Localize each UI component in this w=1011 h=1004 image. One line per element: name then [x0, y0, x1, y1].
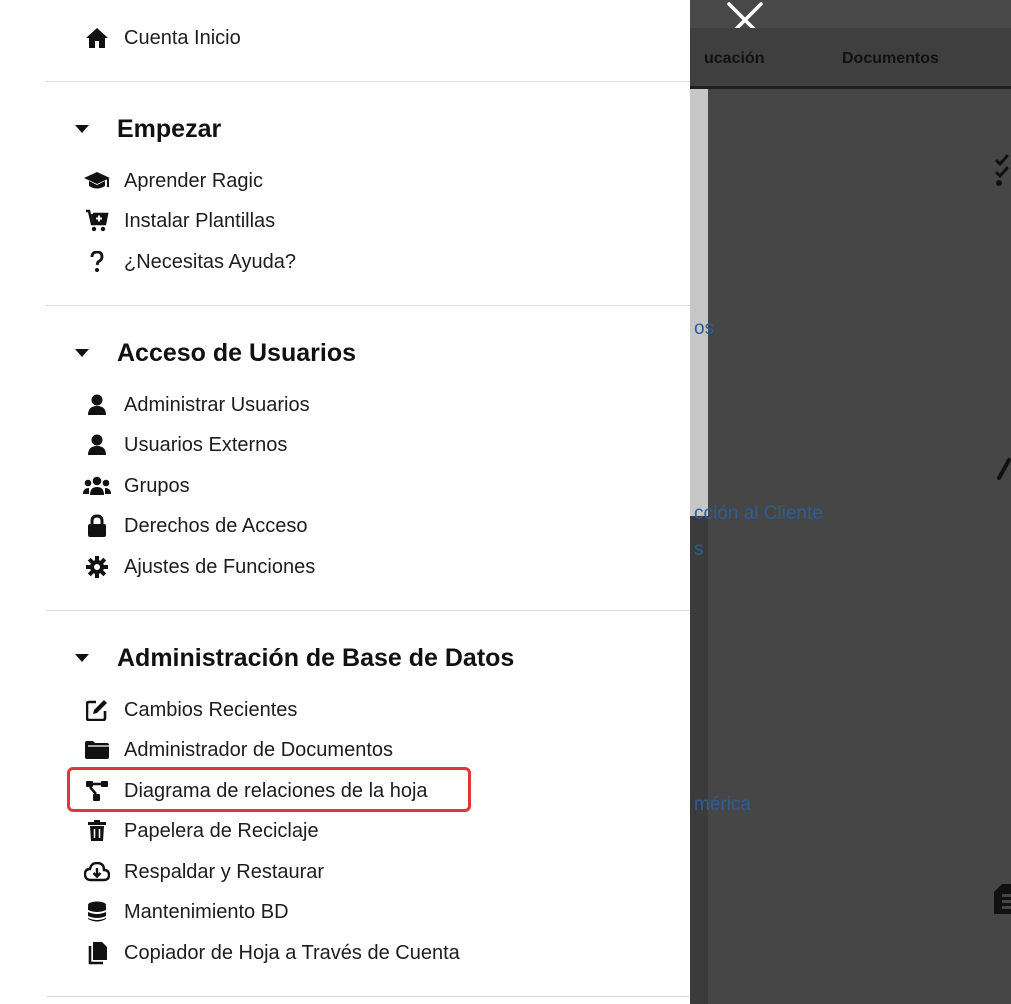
section-header-acceso-de-usuarios[interactable]: Acceso de Usuarios: [74, 335, 356, 371]
menu-item-label: Papelera de Reciclaje: [124, 819, 319, 842]
section-title: Empezar: [117, 114, 222, 143]
menu-item-label: Aprender Ragic: [124, 169, 263, 192]
menu-item-papelera-de-reciclaje[interactable]: Papelera de Reciclaje: [80, 814, 319, 848]
menu-item-instalar-plantillas[interactable]: Instalar Plantillas: [80, 204, 275, 238]
gear-icon: [78, 553, 116, 581]
database-icon: [78, 898, 116, 926]
users-icon: [78, 472, 116, 500]
home-icon: [78, 24, 116, 52]
cart-plus-icon: [78, 207, 116, 235]
trash-icon: [78, 817, 116, 845]
background-page-overlay: ucación Documentos os cción al Cliente s…: [690, 0, 1011, 1004]
menu-item-label: ¿Necesitas Ayuda?: [124, 250, 296, 273]
graduation-cap-icon: [78, 167, 116, 195]
drawer-scrollbar-track[interactable]: [690, 0, 708, 1004]
menu-item-label: Grupos: [124, 474, 190, 497]
background-tab: Documentos: [842, 50, 939, 67]
copy-icon: [78, 939, 116, 967]
divider: [46, 996, 690, 997]
checklist-icon: [994, 152, 1011, 188]
lock-icon: [78, 512, 116, 540]
menu-item-cuenta-inicio[interactable]: Cuenta Inicio: [80, 21, 241, 55]
menu-item-label: Copiador de Hoja a Través de Cuenta: [124, 941, 460, 964]
user-icon: [78, 431, 116, 459]
menu-item-label: Administrador de Documentos: [124, 738, 394, 761]
menu-item-administrar-usuarios[interactable]: Administrar Usuarios: [80, 388, 310, 422]
menu-item-usuarios-externos[interactable]: Usuarios Externos: [80, 428, 287, 462]
highlight-box: [67, 767, 471, 812]
user-icon: [78, 391, 116, 419]
menu-item-administrador-de-documentos[interactable]: Administrador de Documentos: [80, 733, 393, 767]
menu-item-ajustes-de-funciones[interactable]: Ajustes de Funciones: [80, 550, 315, 584]
background-link: s: [694, 539, 704, 560]
menu-item-aprender-ragic[interactable]: Aprender Ragic: [80, 164, 263, 198]
menu-item-copiador-de-hoja[interactable]: Copiador de Hoja a Través de Cuenta: [80, 936, 460, 970]
background-link: os: [694, 318, 715, 339]
menu-item-label: Administrar Usuarios: [124, 393, 310, 416]
section-header-administracion-de-base-de-datos[interactable]: Administración de Base de Datos: [74, 640, 514, 676]
menu-item-cambios-recientes[interactable]: Cambios Recientes: [80, 693, 297, 727]
folder-icon: [78, 736, 116, 764]
menu-item-label: Derechos de Acceso: [124, 514, 308, 537]
menu-item-label: Usuarios Externos: [124, 433, 288, 456]
caret-down-icon: [74, 648, 96, 668]
menu-item-respaldar-y-restaurar[interactable]: Respaldar y Restaurar: [80, 855, 324, 889]
admin-drawer: Cuenta Inicio Empezar Aprender Ragic Ins…: [0, 0, 690, 1004]
section-title: Acceso de Usuarios: [117, 338, 356, 367]
menu-item-label: Mantenimiento BD: [124, 900, 289, 923]
caret-down-icon: [74, 343, 96, 363]
divider: [46, 305, 690, 306]
menu-item-label: Cambios Recientes: [124, 698, 298, 721]
caret-down-icon: [74, 119, 96, 139]
divider: [46, 610, 690, 611]
section-title: Administración de Base de Datos: [117, 643, 515, 672]
menu-item-label: Cuenta Inicio: [124, 26, 241, 49]
question-icon: [78, 248, 116, 276]
background-tab: ucación: [704, 50, 765, 67]
menu-item-mantenimiento-bd[interactable]: Mantenimiento BD: [80, 895, 289, 929]
building-icon: [992, 880, 1011, 916]
menu-item-grupos[interactable]: Grupos: [80, 469, 190, 503]
background-link: mérica: [694, 794, 752, 815]
menu-item-derechos-de-acceso[interactable]: Derechos de Acceso: [80, 509, 307, 543]
menu-item-label: Ajustes de Funciones: [124, 555, 316, 578]
divider: [46, 81, 690, 82]
wrench-icon: [996, 458, 1011, 484]
cloud-download-icon: [78, 858, 116, 886]
menu-item-necesitas-ayuda[interactable]: ¿Necesitas Ayuda?: [80, 245, 296, 279]
menu-item-label: Instalar Plantillas: [124, 209, 276, 232]
background-link: cción al Cliente: [694, 503, 823, 524]
edit-icon: [78, 696, 116, 724]
section-header-empezar[interactable]: Empezar: [74, 111, 221, 147]
background-tabbar: ucación Documentos: [690, 28, 1011, 89]
menu-item-label: Respaldar y Restaurar: [124, 860, 325, 883]
